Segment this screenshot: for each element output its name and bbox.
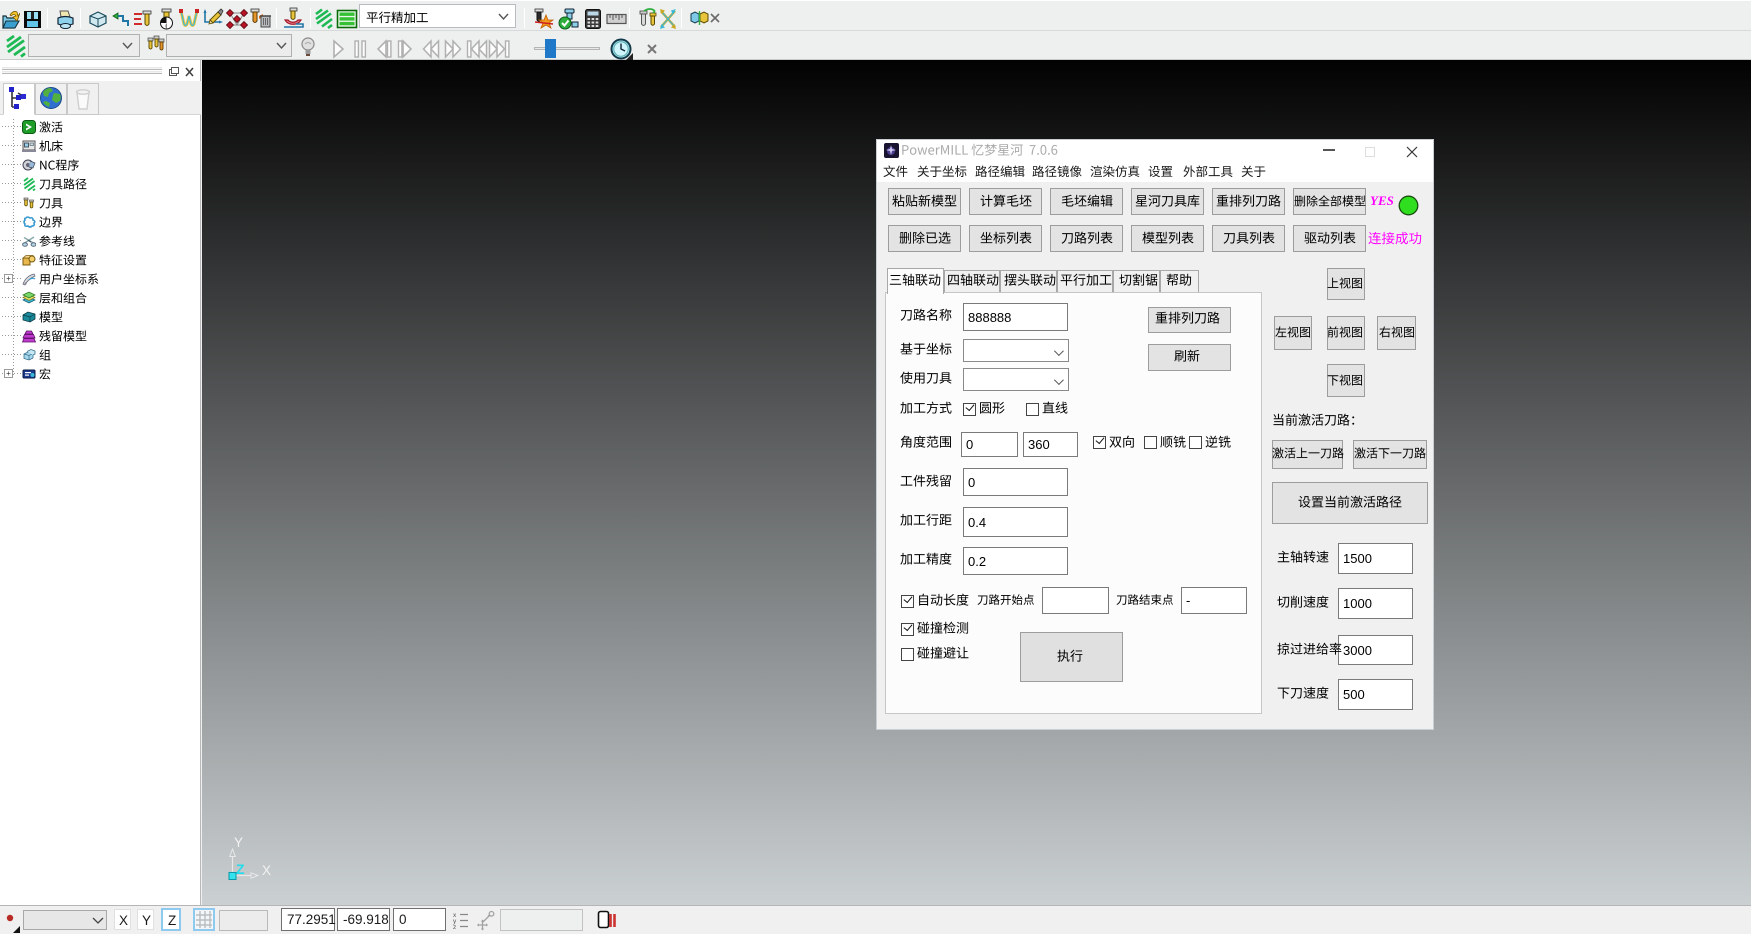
svg-text:Y: Y xyxy=(234,835,243,850)
svg-text:Z: Z xyxy=(236,861,245,877)
svg-text:z: z xyxy=(453,924,456,931)
svg-text:X: X xyxy=(262,863,271,878)
